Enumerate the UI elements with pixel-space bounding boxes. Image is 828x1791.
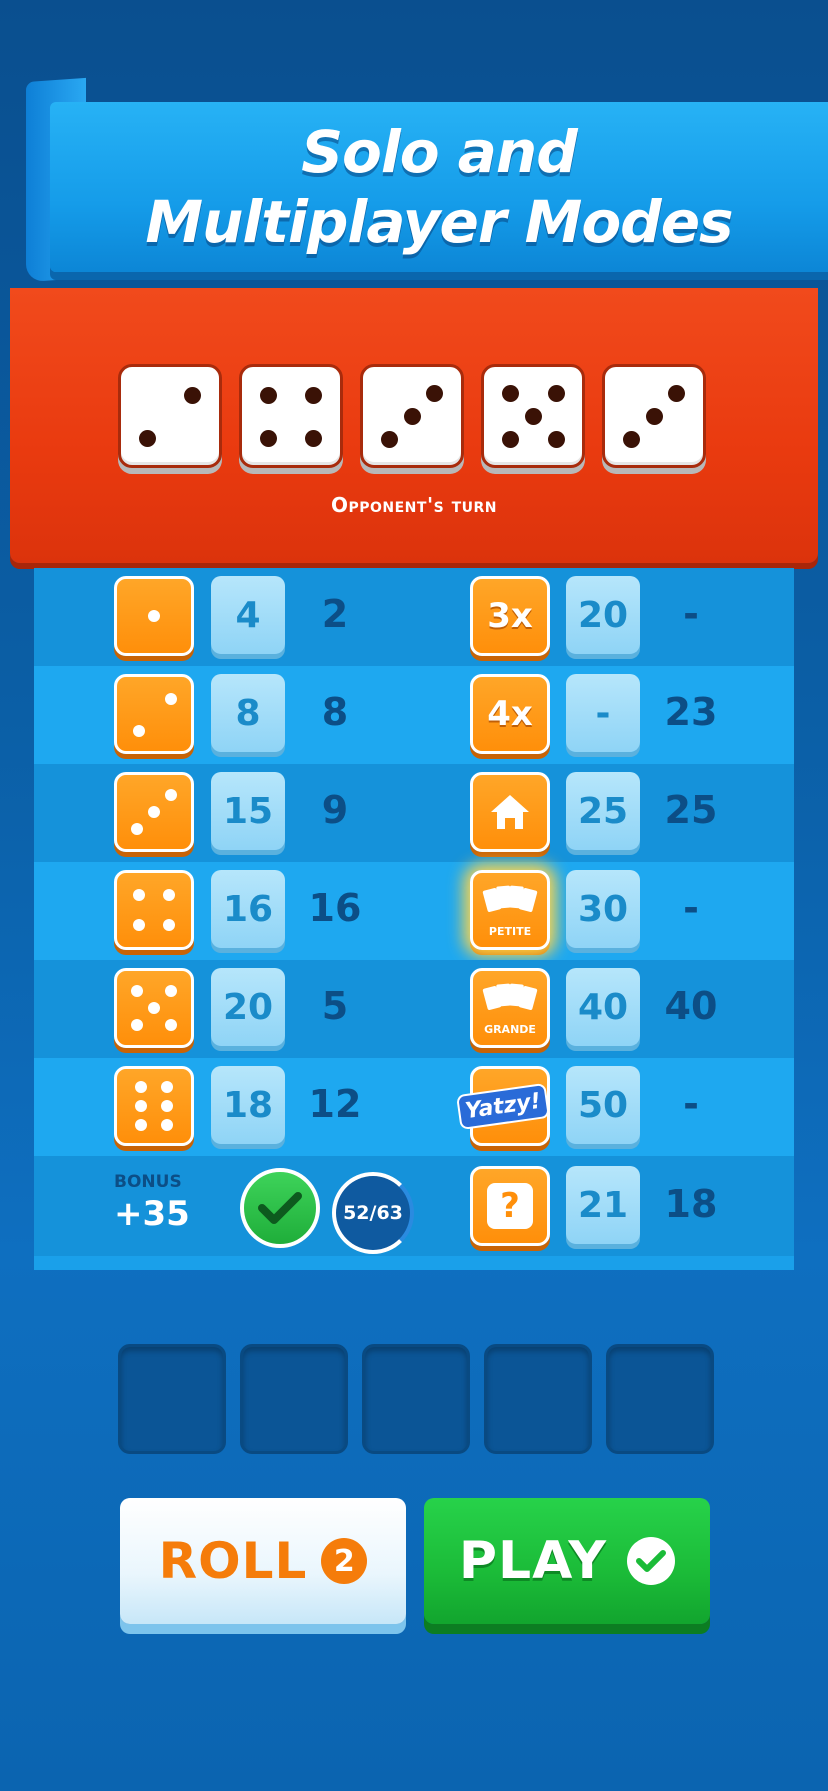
held-dice-tray	[118, 1344, 714, 1454]
four-of-kind-category-button[interactable]: 4x	[470, 674, 550, 754]
player-score-yatzy[interactable]: 50	[566, 1066, 640, 1144]
score-board: 4 2 3x 20 - 8 8 4x - 23 15 9 25 25 16 16…	[34, 568, 794, 1270]
bonus-achieved-badge	[240, 1168, 320, 1248]
player-score-small-straight[interactable]: 30	[566, 870, 640, 948]
roll-label: ROLL	[158, 1532, 308, 1590]
rolls-remaining-badge: 2	[321, 1538, 368, 1584]
small-straight-label: PETITE	[488, 925, 532, 938]
player-score-twos[interactable]: 8	[211, 674, 285, 752]
large-straight-category-button[interactable]: GRANDE	[470, 968, 550, 1048]
check-icon	[627, 1537, 676, 1585]
banner-title-line2: Multiplayer Modes	[145, 188, 733, 256]
opponent-dice-row	[118, 364, 706, 468]
play-label: PLAY	[458, 1531, 608, 1591]
yatzy-logo-label: Yatzy!	[456, 1082, 550, 1130]
score-row-1: 4 2 3x 20 -	[34, 568, 794, 666]
opponent-score-yatzy: -	[683, 1082, 699, 1126]
house-icon	[491, 795, 529, 829]
checkmark-icon	[258, 1192, 302, 1224]
opponent-score-full-house: 25	[664, 788, 718, 832]
opponent-score-three-of-kind: -	[683, 592, 699, 636]
turn-status: Opponent's turn	[330, 493, 498, 517]
opponent-score-ones: 2	[321, 592, 349, 636]
large-straight-label: GRANDE	[484, 1023, 536, 1036]
opponent-score-chance: 18	[664, 1182, 718, 1226]
player-score-large-straight[interactable]: 40	[566, 968, 640, 1046]
dice-slot-3[interactable]	[362, 1344, 470, 1454]
opponent-die-1	[118, 364, 222, 468]
sixes-category-button[interactable]	[114, 1066, 194, 1146]
opponent-score-sixes: 12	[308, 1082, 362, 1126]
opponent-score-fours: 16	[308, 886, 362, 930]
opponent-score-threes: 9	[321, 788, 349, 832]
twos-category-button[interactable]	[114, 674, 194, 754]
banner-title-line1: Solo and	[301, 118, 577, 186]
player-score-full-house[interactable]: 25	[566, 772, 640, 850]
score-row-6: 18 12 Yatzy! 50 -	[34, 1058, 794, 1156]
dice-slot-2[interactable]	[240, 1344, 348, 1454]
dice-slot-1[interactable]	[118, 1344, 226, 1454]
dice-slot-4[interactable]	[484, 1344, 592, 1454]
fives-category-button[interactable]	[114, 968, 194, 1048]
die-face-1-icon	[148, 610, 160, 622]
bonus-progress-ring: 52/63	[332, 1172, 414, 1254]
player-score-fours[interactable]: 16	[211, 870, 285, 948]
bonus-value: +35	[114, 1194, 190, 1234]
fours-category-button[interactable]	[114, 870, 194, 950]
cards-icon	[482, 885, 538, 912]
opponent-score-four-of-kind: 23	[664, 690, 718, 734]
score-row-5: 20 5 GRANDE 40 40	[34, 960, 794, 1058]
opponent-dice-panel: Opponent's turn	[10, 288, 818, 563]
player-score-threes[interactable]: 15	[211, 772, 285, 850]
cards-icon	[482, 983, 538, 1010]
yatzy-category-button[interactable]: Yatzy!	[456, 1066, 550, 1146]
player-score-chance[interactable]: 21	[566, 1166, 640, 1244]
bonus-label: BONUS	[114, 1172, 182, 1192]
opponent-score-fives: 5	[321, 984, 349, 1028]
score-row-bonus: BONUS +35 52/63 ? 21 18	[34, 1156, 794, 1256]
score-row-4: 16 16 PETITE 30 -	[34, 862, 794, 960]
four-of-kind-label: 4x	[487, 694, 533, 734]
ones-category-button[interactable]	[114, 576, 194, 656]
chance-category-button[interactable]: ?	[470, 1166, 550, 1246]
player-score-sixes[interactable]: 18	[211, 1066, 285, 1144]
opponent-die-2	[239, 364, 343, 468]
player-score-ones[interactable]: 4	[211, 576, 285, 654]
player-score-fives[interactable]: 20	[211, 968, 285, 1046]
full-house-category-button[interactable]	[470, 772, 550, 852]
opponent-score-large-straight: 40	[664, 984, 718, 1028]
dice-slot-5[interactable]	[606, 1344, 714, 1454]
player-score-three-of-kind[interactable]: 20	[566, 576, 640, 654]
banner-ribbon: Solo and Multiplayer Modes	[50, 102, 828, 272]
threes-category-button[interactable]	[114, 772, 194, 852]
play-button[interactable]: PLAY	[424, 1498, 710, 1624]
score-row-2: 8 8 4x - 23	[34, 666, 794, 764]
player-score-four-of-kind[interactable]: -	[566, 674, 640, 752]
opponent-score-small-straight: -	[683, 886, 699, 930]
small-straight-category-button[interactable]: PETITE	[470, 870, 550, 950]
roll-button[interactable]: ROLL 2	[120, 1498, 406, 1624]
opponent-die-5	[602, 364, 706, 468]
title-banner: Solo and Multiplayer Modes	[20, 77, 828, 290]
question-mark-icon: ?	[487, 1183, 533, 1229]
opponent-score-twos: 8	[321, 690, 349, 734]
three-of-kind-category-button[interactable]: 3x	[470, 576, 550, 656]
opponent-die-4	[481, 364, 585, 468]
score-row-3: 15 9 25 25	[34, 764, 794, 862]
opponent-die-3	[360, 364, 464, 468]
three-of-kind-label: 3x	[487, 596, 533, 636]
